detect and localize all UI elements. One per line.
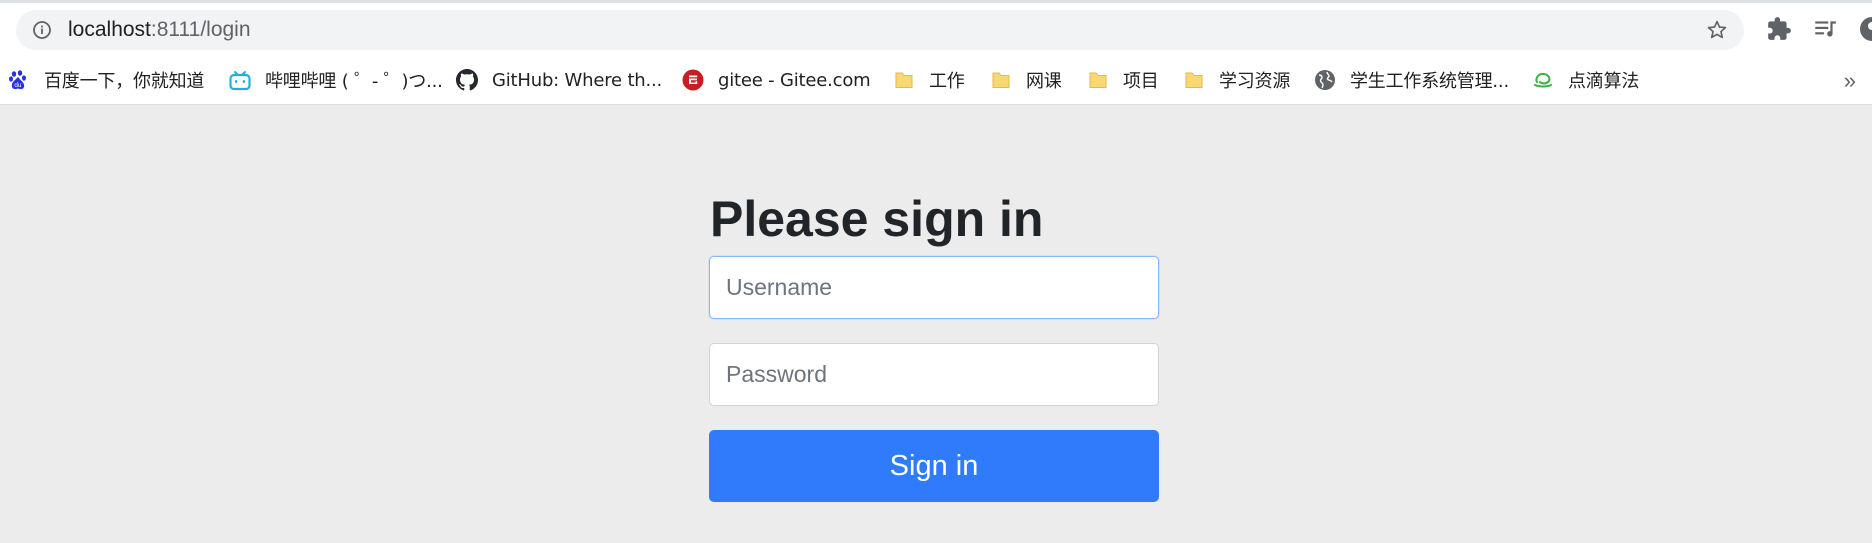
bilibili-icon [229, 71, 251, 91]
github-icon [456, 69, 478, 91]
bookmark-label: 点滴算法 [1568, 71, 1640, 92]
username-input[interactable] [709, 256, 1159, 319]
bookmark-label: 项目 [1123, 71, 1159, 92]
bookmark-star-icon[interactable] [1706, 19, 1728, 41]
folder-icon [895, 72, 913, 88]
site-info-icon[interactable] [32, 20, 52, 40]
bookmark-label: 工作 [929, 71, 965, 92]
url-text[interactable]: localhost:8111/login [68, 19, 251, 41]
folder-icon [1185, 72, 1203, 88]
password-input[interactable] [709, 343, 1159, 406]
folder-icon [1089, 72, 1107, 88]
bookmark-label: 哔哩哔哩 ( ゜- ゜)つ... [265, 71, 443, 92]
url-host: localhost [68, 18, 151, 41]
bookmark-label: 学习资源 [1219, 71, 1291, 92]
bookmark-label: 学生工作系统管理... [1350, 71, 1509, 92]
baidu-icon: du [9, 70, 26, 90]
bookmark-label: GitHub: Where th... [492, 69, 663, 91]
leetcode-icon [1534, 72, 1552, 88]
globe-icon [1315, 70, 1335, 90]
profile-avatar-icon[interactable] [1858, 16, 1872, 42]
folder-icon [992, 72, 1010, 88]
bookmark-algorithms[interactable]: 点滴算法 [1532, 65, 1639, 95]
bookmark-folder-learning[interactable]: 学习资源 [1183, 65, 1290, 95]
bookmark-folder-courses[interactable]: 网课 [990, 65, 1062, 95]
gitee-icon [682, 69, 704, 91]
page-content: Please sign in Sign in [0, 106, 1872, 543]
browser-toolbar: localhost:8111/login [0, 0, 1872, 57]
bookmark-label: gitee - Gitee.com [718, 69, 871, 91]
bookmark-folder-work[interactable]: 工作 [893, 65, 965, 95]
url-path: :8111/login [150, 18, 251, 41]
sign-in-button[interactable]: Sign in [709, 430, 1159, 502]
svg-text:du: du [14, 82, 22, 89]
extensions-icon[interactable] [1766, 16, 1792, 42]
page-title: Please sign in [710, 191, 1044, 247]
bookmark-label: 百度一下，你就知道 [44, 71, 205, 92]
bookmarks-overflow-button[interactable]: » [1844, 68, 1856, 94]
bookmark-baidu[interactable]: du 百度一下，你就知道 [8, 65, 204, 95]
media-control-icon[interactable] [1812, 16, 1838, 42]
bookmarks-bar: du 百度一下，你就知道 哔哩哔哩 ( ゜- ゜)つ... GitHub: Wh… [0, 57, 1872, 105]
bookmark-github[interactable]: GitHub: Where th... [456, 65, 662, 95]
bookmark-label: 网课 [1026, 71, 1062, 92]
bookmark-bilibili[interactable]: 哔哩哔哩 ( ゜- ゜)つ... [229, 65, 443, 95]
address-bar[interactable]: localhost:8111/login [16, 10, 1744, 50]
bookmark-gitee[interactable]: gitee - Gitee.com [682, 65, 871, 95]
bookmark-folder-projects[interactable]: 项目 [1087, 65, 1159, 95]
tab-strip-edge [0, 0, 1872, 3]
bookmark-student-system[interactable]: 学生工作系统管理... [1314, 65, 1509, 95]
